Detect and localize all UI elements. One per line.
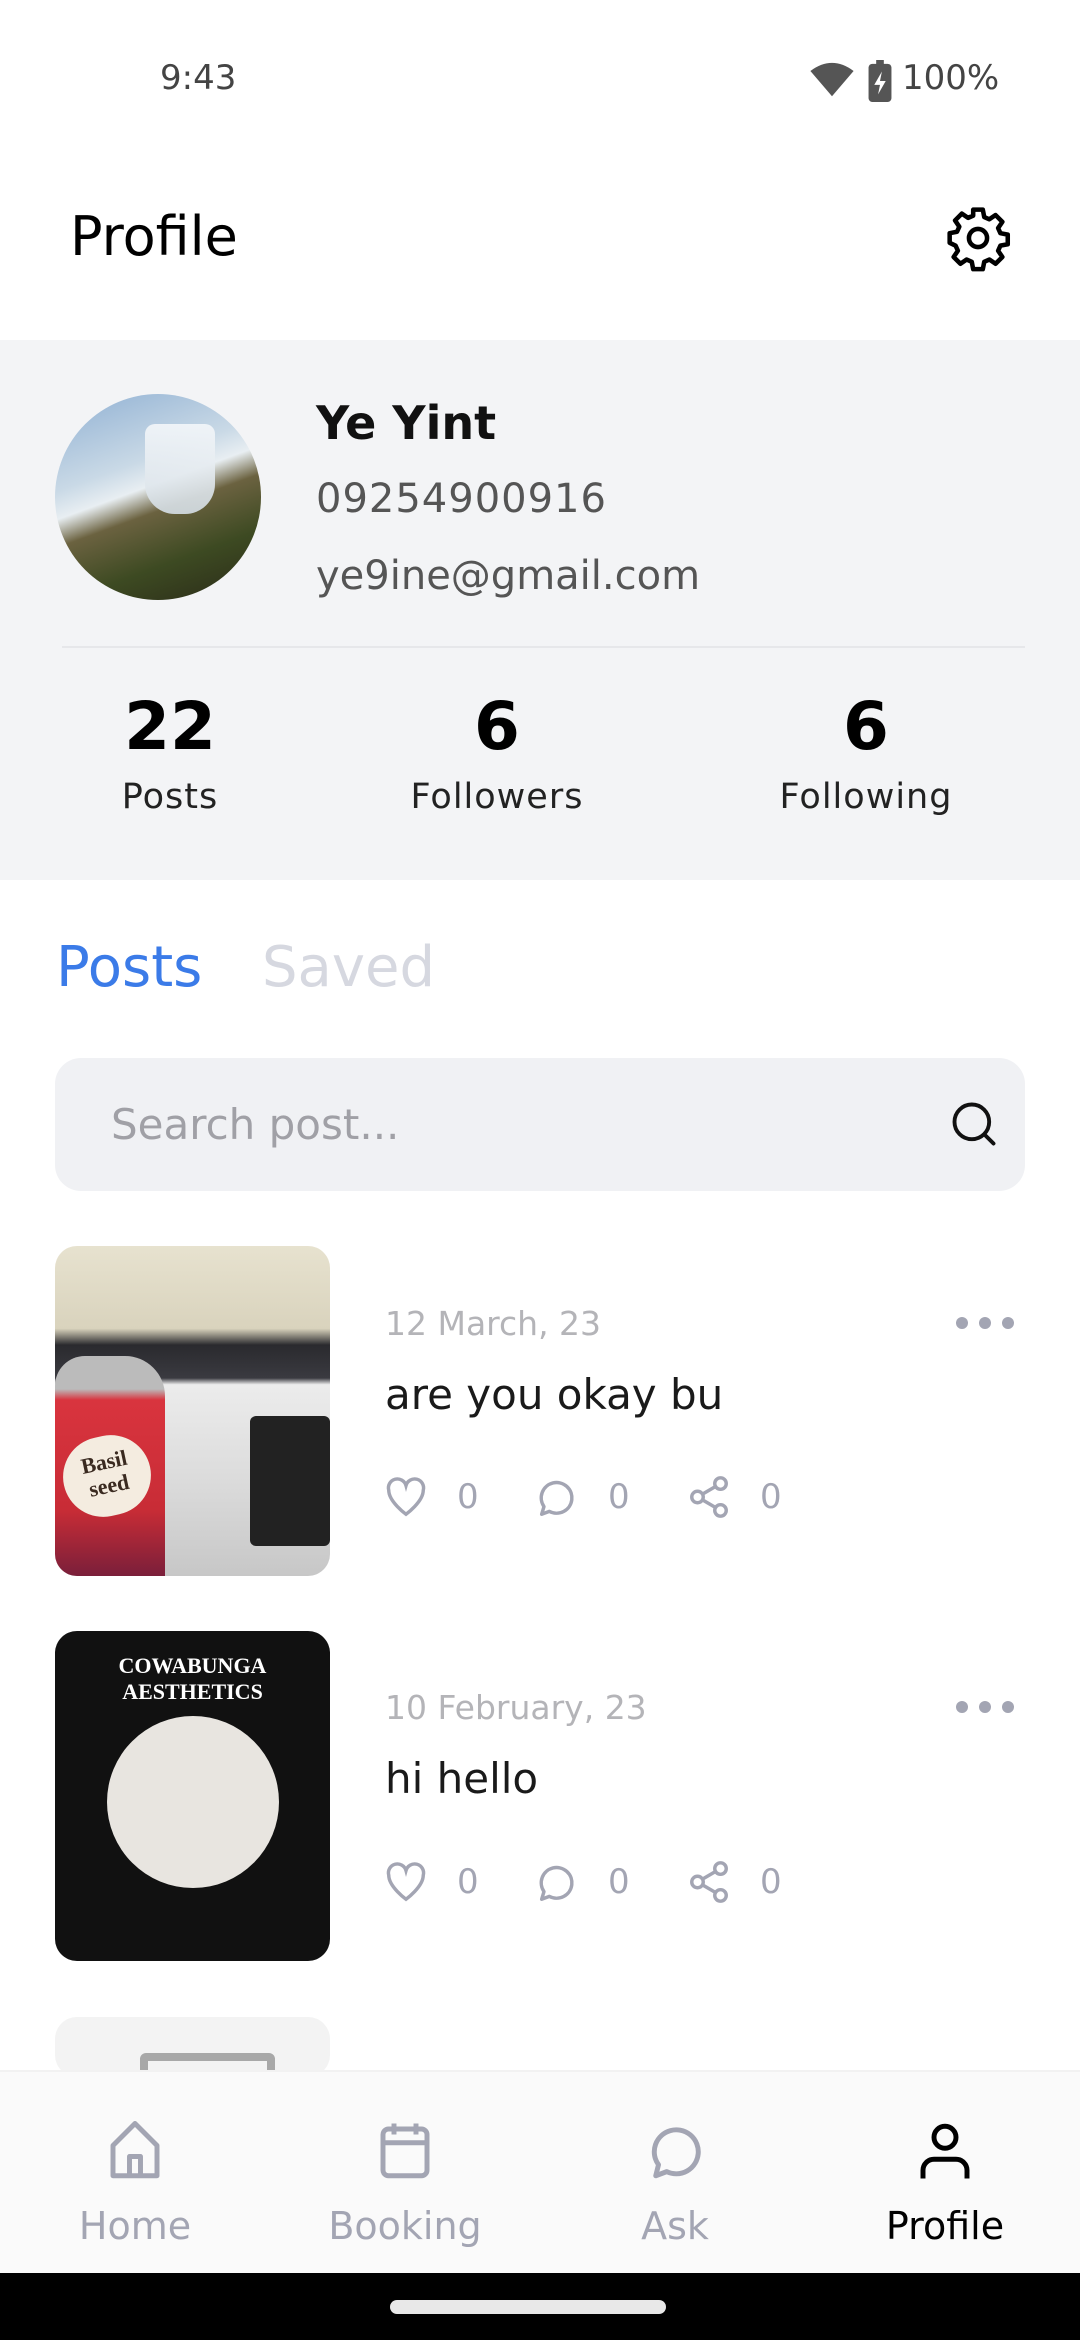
home-indicator[interactable] [390, 2300, 666, 2314]
stat-value: 22 [124, 688, 216, 765]
nav-profile[interactable]: Profile [810, 2070, 1080, 2273]
comment-icon[interactable] [534, 1859, 580, 1905]
status-time: 9:43 [160, 58, 237, 98]
stat-label: Following [779, 777, 953, 817]
search-input[interactable] [55, 1058, 1025, 1191]
stat-value: 6 [474, 688, 520, 765]
share-count: 0 [760, 1477, 782, 1517]
tab-saved[interactable]: Saved [262, 935, 435, 1000]
nav-booking[interactable]: Booking [270, 2070, 540, 2273]
comment-icon[interactable] [534, 1474, 580, 1520]
stat-label: Posts [121, 777, 219, 817]
divider [62, 646, 1025, 648]
home-icon [110, 2121, 160, 2179]
wifi-icon [810, 62, 854, 97]
share-icon[interactable] [686, 1859, 732, 1905]
calendar-icon [380, 2123, 430, 2179]
chat-bubble-icon [651, 2127, 701, 2179]
like-count: 0 [457, 1477, 479, 1517]
post-title[interactable]: are you okay bu [385, 1370, 723, 1419]
more-options-icon[interactable] [955, 1316, 1015, 1330]
profile-phone: 09254900916 [316, 476, 607, 522]
nav-home[interactable]: Home [0, 2070, 270, 2273]
comment-count: 0 [608, 1477, 630, 1517]
like-count: 0 [457, 1862, 479, 1902]
image-caption: COWABUNGA AESTHETICS [118, 1653, 267, 1704]
search-icon[interactable] [948, 1098, 1000, 1150]
stat-value: 6 [843, 688, 889, 765]
nav-label: Home [78, 2204, 192, 2248]
heart-icon[interactable] [383, 1474, 429, 1520]
post-image[interactable] [55, 2017, 330, 2077]
profile-email: ye9ine@gmail.com [316, 553, 701, 599]
post-date: 10 February, 23 [385, 1688, 647, 1727]
comment-count: 0 [608, 1862, 630, 1902]
image-caption: Basil seed [55, 1427, 159, 1525]
person-icon [920, 2123, 970, 2179]
stat-following[interactable]: 6 Following [706, 688, 1026, 817]
nav-label: Booking [328, 2204, 482, 2248]
heart-icon[interactable] [383, 1859, 429, 1905]
post-date: 12 March, 23 [385, 1304, 602, 1343]
avatar[interactable] [55, 394, 261, 600]
stat-posts[interactable]: 22 Posts [10, 688, 330, 817]
share-count: 0 [760, 1862, 782, 1902]
stat-label: Followers [410, 777, 584, 817]
stat-followers[interactable]: 6 Followers [337, 688, 657, 817]
gear-icon[interactable] [944, 204, 1012, 272]
share-icon[interactable] [686, 1474, 732, 1520]
battery-charging-icon [868, 60, 892, 102]
nav-label: Ask [641, 2204, 709, 2248]
profile-name: Ye Yint [316, 396, 497, 450]
post-image[interactable]: Basil seed [55, 1246, 330, 1576]
post-image[interactable]: COWABUNGA AESTHETICS [55, 1631, 330, 1961]
page-title: Profile [70, 205, 238, 268]
tab-posts[interactable]: Posts [56, 935, 202, 1000]
more-options-icon[interactable] [955, 1700, 1015, 1714]
post-title[interactable]: hi hello [385, 1754, 538, 1803]
nav-label: Profile [885, 2204, 1005, 2248]
battery-level: 100% [902, 58, 1000, 98]
nav-ask[interactable]: Ask [540, 2070, 810, 2273]
